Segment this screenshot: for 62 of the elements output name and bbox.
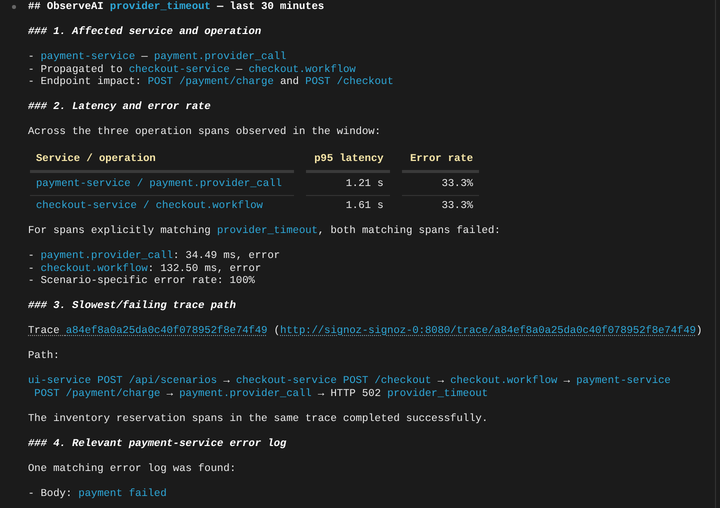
code-text: payment-service	[40, 51, 136, 63]
text: The inventory reservation spans in the same trace completed successfully.	[28, 412, 488, 424]
text: -	[28, 250, 36, 262]
column-header: p95 latency	[306, 148, 390, 173]
text: —	[140, 51, 149, 63]
text: One matching error log was found:	[28, 462, 236, 474]
table-cell-text: checkout-service / checkout.workflow	[35, 199, 264, 214]
code-text: provider_timeout	[110, 1, 211, 13]
text: - Scenario-specific error rate: 100%	[28, 275, 255, 287]
text: - Body:	[28, 488, 74, 500]
code-text: checkout.workflow	[450, 375, 558, 387]
table-cell-text: 1.61 s	[344, 199, 385, 214]
bullet-icon	[12, 5, 16, 9]
code-text: checkout-service	[128, 64, 230, 76]
text: ## ObserveAI	[28, 1, 105, 13]
text: -	[28, 51, 36, 63]
code-text: payment.provider_call	[40, 250, 173, 262]
text: For spans explicitly matching	[28, 225, 212, 237]
text: and	[279, 76, 300, 88]
column-header: Service / operation	[30, 148, 294, 173]
column-header: Error rate	[402, 148, 480, 173]
code-text: payment-service	[576, 375, 671, 387]
table-cell: payment-service / payment.provider_call	[30, 173, 294, 196]
code-text: provider_timeout	[387, 388, 488, 400]
code-text: POST /payment/charge	[34, 388, 160, 400]
text: ### 1. Affected service and operation	[28, 26, 262, 38]
text: -	[28, 262, 36, 274]
table-cell-text: 33.3%	[440, 199, 474, 214]
code-text: checkout.workflow	[40, 262, 148, 274]
code-text: checkout-service POST /checkout	[236, 375, 432, 387]
text: ### 2. Latency and error rate	[28, 101, 211, 113]
text: - Endpoint impact:	[28, 76, 142, 88]
text: )	[696, 325, 702, 337]
text: — last 30 minutes	[216, 1, 324, 13]
text: →	[562, 375, 571, 387]
code-text: provider_timeout	[217, 225, 318, 237]
text: —	[234, 64, 244, 76]
code-text: ui-service POST /api/scenarios	[28, 375, 218, 387]
text: : 34.49 ms, error	[172, 250, 280, 262]
text: (	[272, 325, 280, 337]
text: , both matching spans failed:	[318, 225, 501, 237]
code-text: checkout.workflow	[248, 64, 356, 76]
text: : 132.50 ms, error	[148, 262, 262, 274]
code-text: payment failed	[78, 488, 167, 500]
text: →	[166, 388, 174, 400]
text: ### 4. Relevant payment-service error log	[28, 438, 286, 450]
code-text: payment.provider_call	[154, 51, 286, 63]
text: →	[222, 375, 231, 387]
link[interactable]: http://signoz-signoz-0:8080/trace/a84ef8a0a25da0c40f078952f8e74f49	[280, 325, 696, 337]
text: Across the three operation spans observed in the window:	[28, 126, 381, 138]
text: ### 3. Slowest/failing trace path	[28, 300, 236, 312]
trace-label: Trace	[28, 325, 61, 337]
code-text: POST /checkout	[305, 76, 394, 88]
text: - Propagated to	[28, 64, 124, 76]
code-text: POST /payment/charge	[148, 76, 274, 88]
table-cell: 1.21 s	[306, 173, 390, 196]
link[interactable]: a84ef8a0a25da0c40f078952f8e74f49	[66, 325, 268, 337]
code-text: payment.provider_call	[179, 388, 312, 400]
text: Path:	[28, 350, 60, 362]
table-cell: 33.3%	[402, 173, 480, 196]
text: →	[436, 375, 445, 387]
text: → HTTP 502	[316, 388, 382, 400]
